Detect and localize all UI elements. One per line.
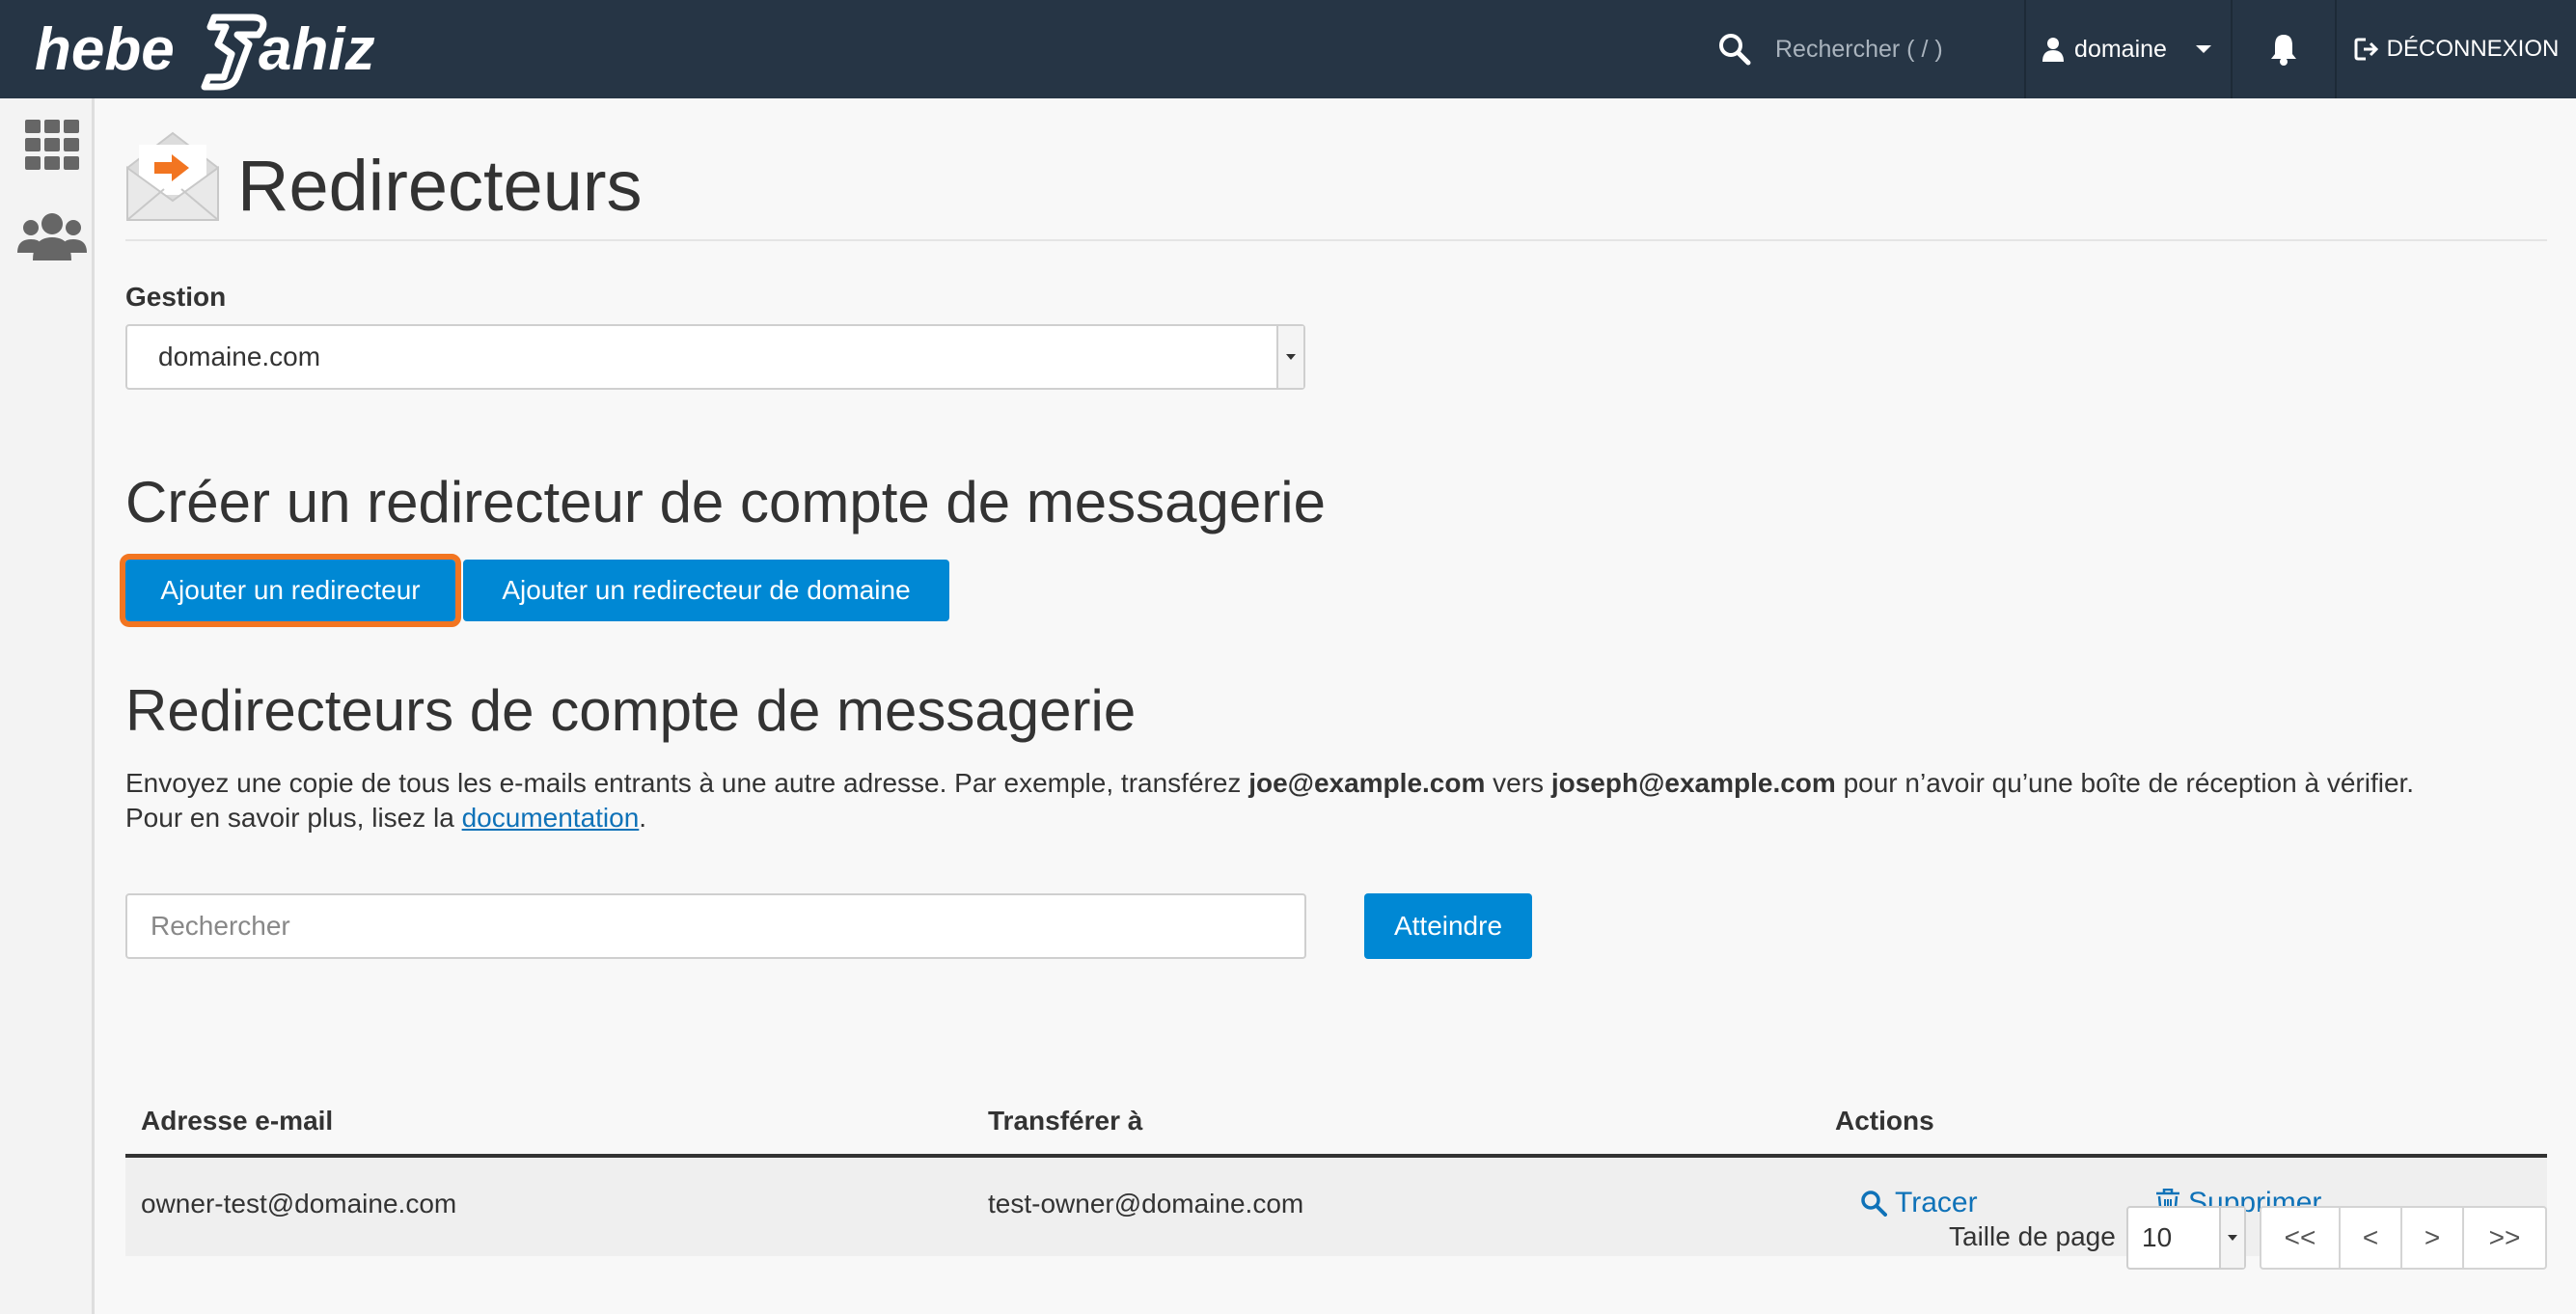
desc-text: vers [1485,768,1551,798]
forwarders-search-input[interactable] [125,893,1306,959]
logout-icon [2354,38,2378,61]
domain-select-value: domaine.com [158,342,321,371]
users-icon [17,213,87,260]
search-icon [1861,1191,1887,1217]
page-size-label: Taille de page [1949,1221,2116,1251]
notifications-button[interactable] [2233,0,2335,98]
logout-button[interactable]: DÉCONNEXION [2337,0,2576,98]
create-heading: Créer un redirecteur de compte de messag… [125,470,1326,534]
trace-label: Tracer [1895,1187,1978,1218]
user-label: domaine [2074,35,2167,63]
desc-text: Envoyez une copie de tous les e-mails en… [125,768,1249,798]
top-bar: hebe ahiz domaine DÉCONNEXION [0,0,2576,98]
row-email: owner-test@domaine.com [141,1189,457,1218]
user-menu[interactable]: domaine [2026,0,2229,98]
last-page-button[interactable]: >> [2464,1208,2545,1268]
logout-label: DÉCONNEXION [2386,36,2560,62]
table-header: Adresse e-mail Transférer à Actions [125,1086,2547,1158]
list-heading: Redirecteurs de compte de messagerie [125,678,1137,743]
top-search-input[interactable] [1775,35,1987,64]
go-button[interactable]: Atteindre [1364,893,1532,959]
desc-text: . [639,803,647,833]
page-size-value: 10 [2142,1222,2173,1252]
prev-page-button[interactable]: < [2341,1208,2402,1268]
search-icon[interactable] [1717,32,1752,67]
trace-link[interactable]: Tracer [1860,1187,1978,1219]
logo[interactable]: hebe ahiz [35,6,401,93]
grid-icon [25,120,79,170]
sidebar-item-users[interactable] [15,208,87,266]
caret-down-icon [2219,1208,2244,1268]
header-actions: Actions [1835,1106,1934,1136]
header-forward-to[interactable]: Transférer à [988,1106,1142,1136]
documentation-link[interactable]: documentation [462,803,640,833]
row-forward-to: test-owner@domaine.com [988,1189,1304,1218]
description: Envoyez une copie de tous les e-mails en… [125,766,2547,835]
add-forwarder-button[interactable]: Ajouter un redirecteur [120,554,461,627]
caret-down-icon [1276,326,1303,388]
top-search [1717,0,2021,98]
user-icon [2042,38,2065,62]
add-domain-forwarder-button[interactable]: Ajouter un redirecteur de domaine [463,560,949,621]
first-page-button[interactable]: << [2261,1208,2341,1268]
header-email[interactable]: Adresse e-mail [141,1106,333,1136]
next-page-button[interactable]: > [2402,1208,2464,1268]
desc-text: pour n’avoir qu’une boîte de réception à… [1835,768,2415,798]
sidebar [0,98,95,1314]
bell-icon [2271,35,2296,66]
envelope-forward-icon [126,131,219,221]
caret-down-icon [2195,45,2211,53]
svg-text:ahiz: ahiz [259,16,375,83]
sidebar-item-apps[interactable] [15,116,83,174]
desc-example-target: joseph@example.com [1550,768,1836,798]
pagination: << < > >> [2260,1206,2547,1270]
desc-example-source: joe@example.com [1248,768,1486,798]
page-size-select[interactable]: 10 [2126,1206,2246,1270]
gestion-label: Gestion [125,282,227,312]
domain-select[interactable]: domaine.com [125,324,1305,390]
desc-text: Pour en savoir plus, lisez la [125,803,462,833]
page-header: Redirecteurs [125,125,2547,241]
svg-text:hebe: hebe [35,16,175,83]
page-title: Redirecteurs [237,146,643,226]
